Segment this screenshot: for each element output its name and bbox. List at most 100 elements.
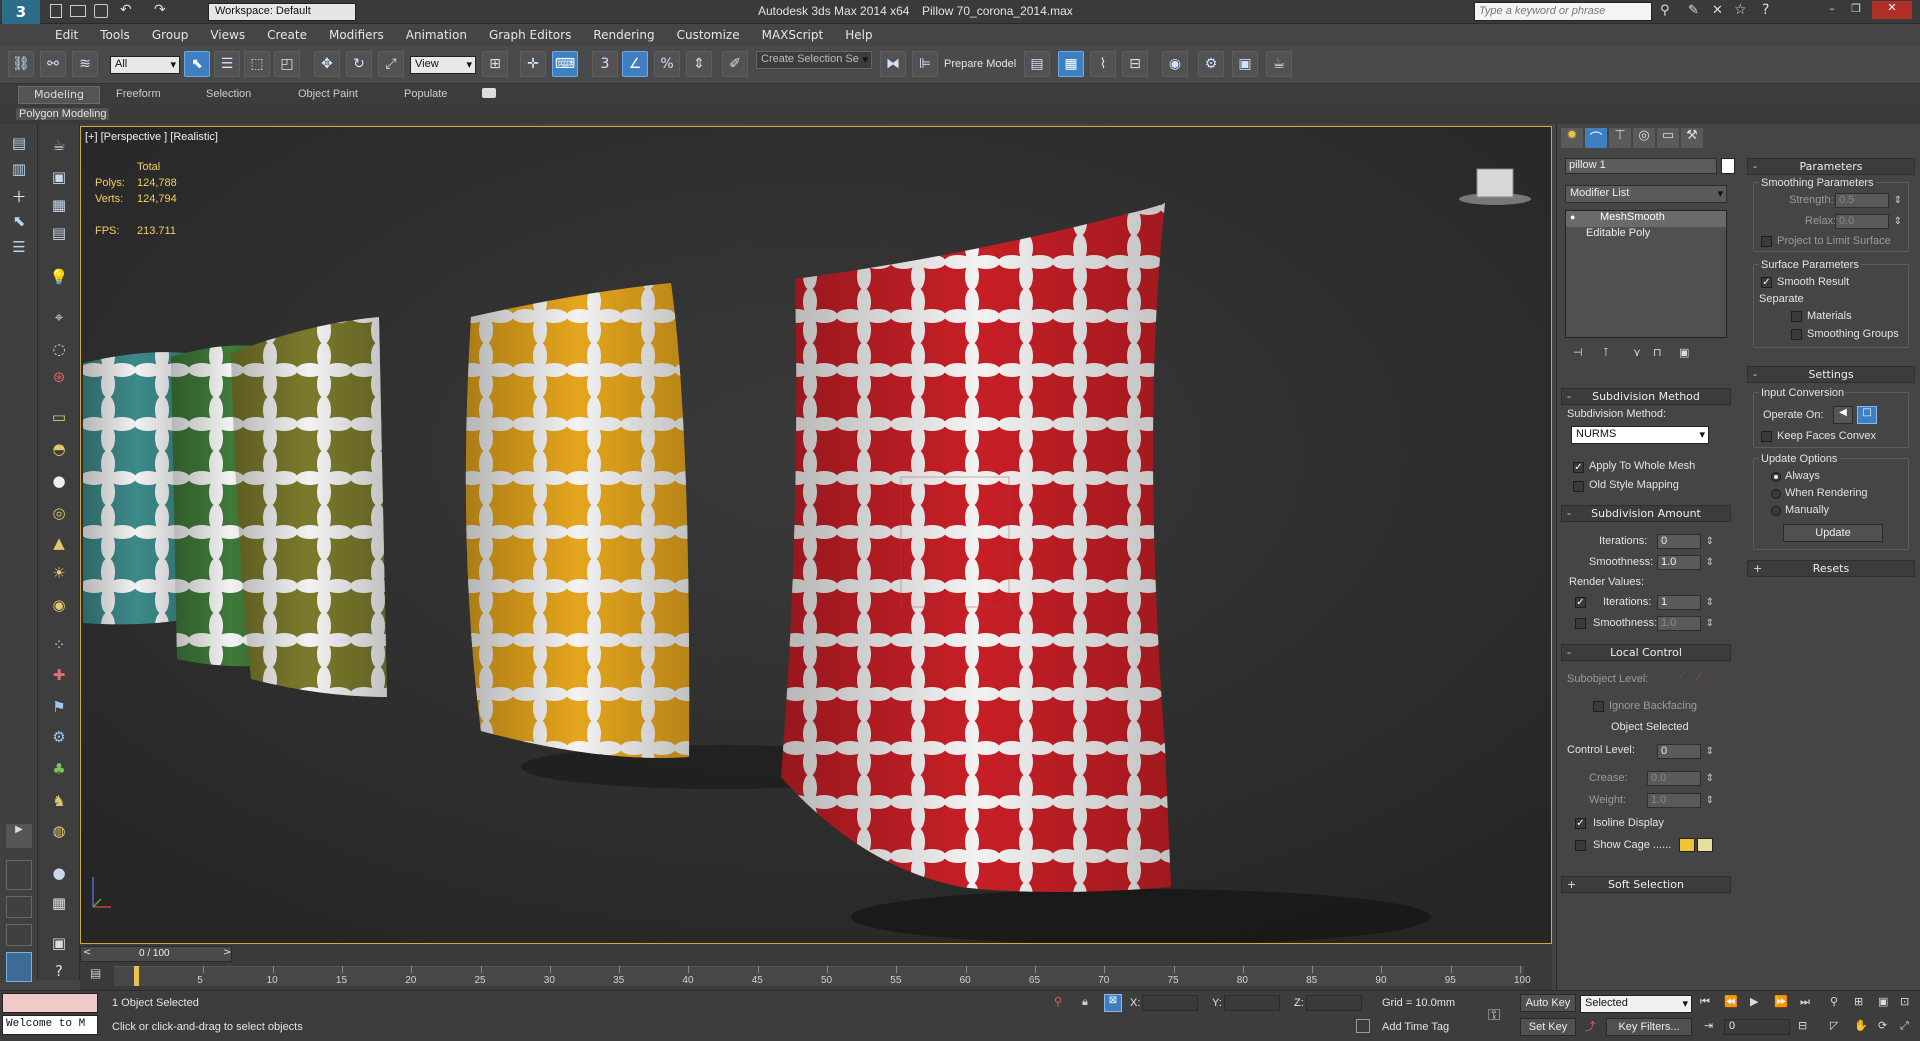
- tab-freeform[interactable]: Freeform: [116, 88, 161, 100]
- sphere-primitive-icon[interactable]: ●: [46, 472, 72, 496]
- save-file-icon[interactable]: [94, 4, 108, 18]
- angle-snap-icon[interactable]: ∠: [622, 51, 648, 77]
- pillow-yellow[interactable]: [465, 283, 690, 758]
- control-level-spinner[interactable]: 0: [1657, 744, 1714, 759]
- restore-icon[interactable]: ❐: [1846, 2, 1866, 18]
- menu-views[interactable]: Views: [199, 24, 256, 46]
- tab-selection[interactable]: Selection: [206, 88, 251, 100]
- viewport-layout-2-icon[interactable]: [6, 896, 32, 918]
- menu-group[interactable]: Group: [141, 24, 200, 46]
- workspace-dropdown[interactable]: Workspace: Default: [208, 3, 356, 21]
- light-bulb-icon[interactable]: ●: [1570, 212, 1575, 222]
- favorites-icon[interactable]: ☆: [1734, 2, 1747, 18]
- when-rendering-radio[interactable]: [1771, 489, 1781, 499]
- operate-on-polygons-icon[interactable]: □: [1857, 406, 1877, 424]
- edit-named-selections-icon[interactable]: ✐: [722, 51, 748, 77]
- object-name-field[interactable]: pillow 1: [1565, 158, 1717, 174]
- ignore-backfacing-checkbox[interactable]: [1593, 701, 1604, 712]
- scale-icon[interactable]: ⤢: [378, 51, 404, 77]
- modifier-list-dropdown[interactable]: Modifier List: [1565, 185, 1727, 203]
- tab-modeling[interactable]: Modeling: [18, 86, 100, 104]
- set-key-button[interactable]: Set Key: [1520, 1018, 1576, 1036]
- prev-frame-icon[interactable]: <: [83, 947, 91, 958]
- smooth-result-checkbox[interactable]: ✓: [1761, 277, 1772, 288]
- hierarchy-tab-icon[interactable]: ⊤: [1609, 128, 1631, 148]
- maximize-viewport-icon[interactable]: ⤢: [1900, 1019, 1909, 1033]
- pan-icon[interactable]: ✋: [1854, 1019, 1868, 1032]
- key-mode-dropdown[interactable]: Selected: [1580, 995, 1692, 1013]
- help-circle-icon[interactable]: ?: [46, 962, 72, 986]
- menu-maxscript[interactable]: MAXScript: [751, 24, 835, 46]
- search-input[interactable]: Type a keyword or phrase: [1474, 2, 1652, 21]
- pivot-icon[interactable]: ⊞: [482, 51, 508, 77]
- menu-animation[interactable]: Animation: [395, 24, 478, 46]
- settings-rollout[interactable]: - Settings: [1747, 366, 1915, 383]
- undo-icon[interactable]: ↶: [120, 2, 132, 18]
- prev-key-icon[interactable]: ⏪: [1724, 995, 1738, 1008]
- window-crossing-icon[interactable]: ◰: [274, 51, 300, 77]
- new-file-icon[interactable]: [50, 4, 62, 18]
- named-selection-dropdown[interactable]: Create Selection Se: [756, 51, 872, 69]
- y-coordinate-field[interactable]: [1224, 995, 1280, 1011]
- link-icon[interactable]: ⛓: [8, 51, 34, 77]
- menu-create[interactable]: Create: [256, 24, 318, 46]
- time-marker[interactable]: [134, 966, 139, 986]
- polygon-modeling-label[interactable]: Polygon Modeling: [16, 108, 110, 120]
- render-setup-icon[interactable]: ⚙: [1198, 51, 1224, 77]
- render-smoothness-spinner[interactable]: 1.0: [1657, 616, 1714, 631]
- next-frame-icon[interactable]: >: [223, 947, 231, 958]
- cage-color-swatch-2[interactable]: [1697, 838, 1713, 852]
- goto-start-icon[interactable]: ⏮: [1700, 995, 1710, 1009]
- add-icon[interactable]: ＋: [6, 186, 32, 210]
- render-smoothness-checkbox[interactable]: [1575, 618, 1586, 629]
- image-plane-icon[interactable]: ▣: [46, 168, 72, 192]
- graphite-toggle-icon[interactable]: ▦: [1058, 51, 1084, 77]
- menu-modifiers[interactable]: Modifiers: [318, 24, 395, 46]
- manipulate-icon[interactable]: ✛: [520, 51, 546, 77]
- particle-spray-icon[interactable]: ⁘: [46, 636, 72, 660]
- crease-spinner[interactable]: 0.0: [1647, 771, 1714, 786]
- modifier-stack[interactable]: ● MeshSmooth Editable Poly: [1565, 210, 1727, 338]
- perspective-viewport[interactable]: [+] [Perspective ] [Realistic] Total Pol…: [80, 126, 1552, 944]
- keyboard-shortcut-icon[interactable]: ⌨: [552, 51, 578, 77]
- render-iterations-checkbox[interactable]: ✓: [1575, 597, 1586, 608]
- communication-icon[interactable]: ✎: [1688, 3, 1699, 18]
- menu-graph-editors[interactable]: Graph Editors: [478, 24, 582, 46]
- sphere-light-icon[interactable]: ●: [46, 864, 72, 888]
- dome-primitive-icon[interactable]: ◓: [46, 440, 72, 464]
- apply-whole-mesh-checkbox[interactable]: ✓: [1573, 462, 1584, 473]
- layers-icon[interactable]: ☰: [6, 238, 32, 262]
- menu-customize[interactable]: Customize: [666, 24, 751, 46]
- dynamics-icon[interactable]: ✚: [46, 666, 72, 690]
- resets-rollout[interactable]: + Resets: [1747, 560, 1915, 577]
- minimize-icon[interactable]: –: [1822, 2, 1842, 18]
- time-slider[interactable]: < 0 / 100 >: [80, 946, 232, 962]
- tab-object-paint[interactable]: Object Paint: [298, 88, 358, 100]
- create-tab-icon[interactable]: ✹: [1561, 128, 1583, 148]
- show-end-result-icon[interactable]: ⊺: [1603, 346, 1609, 359]
- update-button[interactable]: Update: [1783, 524, 1883, 542]
- align-icon[interactable]: ⊫: [912, 51, 938, 77]
- expand-arrow-icon[interactable]: ▶: [6, 824, 32, 848]
- crowd-icon[interactable]: ⚑: [46, 698, 72, 722]
- viewport-layout-1-icon[interactable]: [6, 860, 32, 890]
- play-icon[interactable]: ▶: [1750, 995, 1758, 1008]
- rotate-icon[interactable]: ↻: [346, 51, 372, 77]
- utilities-tab-icon[interactable]: ⚒: [1681, 128, 1703, 148]
- keep-faces-convex-checkbox[interactable]: [1761, 431, 1772, 442]
- parameters-rollout[interactable]: - Parameters: [1747, 158, 1915, 175]
- weight-spinner[interactable]: 1.0: [1647, 793, 1714, 808]
- strength-spinner[interactable]: 0.5: [1835, 193, 1902, 208]
- maxscript-listener[interactable]: [2, 993, 98, 1013]
- mini-curve-editor-icon[interactable]: ▤: [90, 966, 101, 980]
- layer-explorer-icon[interactable]: ▥: [6, 160, 32, 184]
- display-tab-icon[interactable]: ▭: [1657, 128, 1679, 148]
- calculator-icon[interactable]: ▦: [46, 894, 72, 918]
- object-color-swatch[interactable]: [1721, 158, 1735, 174]
- percent-snap-icon[interactable]: %: [654, 51, 680, 77]
- vertex-level-icon[interactable]: ⋰: [1675, 670, 1686, 683]
- viewport-layout-active-icon[interactable]: [6, 952, 32, 982]
- particle-icon[interactable]: ◌: [46, 340, 72, 364]
- pillow-olive[interactable]: [231, 317, 387, 697]
- unlink-icon[interactable]: ⚯: [40, 51, 66, 77]
